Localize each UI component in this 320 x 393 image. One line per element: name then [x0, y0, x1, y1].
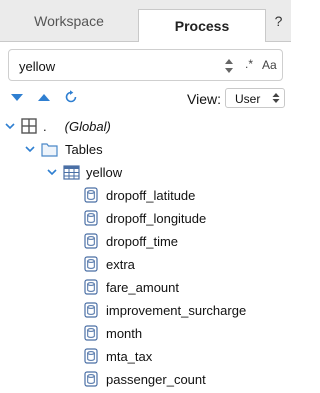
tab-workspace[interactable]: Workspace [0, 0, 138, 41]
column-item[interactable]: dropoff_latitude [84, 184, 195, 206]
chevron-down-icon[interactable] [47, 167, 57, 177]
help-button[interactable]: ? [266, 0, 291, 41]
tree-label-tables: Tables [65, 141, 103, 157]
tree-node-yellow[interactable]: yellow [47, 161, 122, 183]
column-icon [84, 256, 98, 272]
column-icon [84, 302, 98, 318]
column-label: mta_tax [106, 348, 153, 364]
view-select-value: User [235, 92, 261, 106]
view-label: View: [187, 91, 221, 107]
column-item[interactable]: dropoff_time [84, 230, 178, 252]
table-icon [63, 164, 80, 180]
column-item[interactable]: dropoff_longitude [84, 207, 206, 229]
column-icon [84, 325, 98, 341]
tree-label-yellow: yellow [86, 164, 123, 180]
column-item[interactable]: month [84, 322, 142, 344]
search-input[interactable] [17, 55, 221, 77]
column-item[interactable]: passenger_count [84, 368, 206, 390]
view-select[interactable]: User [225, 88, 285, 108]
grid-icon [21, 118, 37, 134]
chevron-down-icon[interactable] [25, 144, 35, 154]
tab-process[interactable]: Process [138, 9, 266, 42]
column-item[interactable]: extra [84, 253, 135, 275]
global-dot: . [43, 118, 47, 134]
move-up-icon[interactable] [37, 90, 51, 104]
column-icon [84, 279, 98, 295]
select-arrows-icon [272, 93, 280, 103]
column-label: month [106, 325, 143, 341]
column-icon [84, 371, 98, 387]
column-icon [84, 187, 98, 203]
search-box: .* Aa [8, 49, 283, 81]
column-icon [84, 210, 98, 226]
search-stepper-icon[interactable] [224, 57, 234, 75]
tree-node-tables[interactable]: Tables [25, 138, 103, 160]
column-item[interactable]: improvement_surcharge [84, 299, 246, 321]
column-icon [84, 233, 98, 249]
column-label: dropoff_latitude [106, 187, 196, 203]
tree-toolbar: View: User [0, 86, 291, 110]
column-item[interactable]: fare_amount [84, 276, 179, 298]
column-label: dropoff_time [106, 233, 179, 249]
tree-label-global: (Global) [64, 118, 111, 134]
chevron-down-icon[interactable] [5, 121, 15, 131]
column-label: improvement_surcharge [106, 302, 247, 318]
column-icon [84, 348, 98, 364]
column-label: extra [106, 256, 135, 272]
folder-icon [41, 142, 58, 157]
refresh-icon[interactable] [64, 90, 78, 104]
regex-toggle[interactable]: .* [245, 57, 253, 71]
tab-bar: Workspace Process ? [0, 0, 291, 42]
move-down-icon[interactable] [10, 90, 24, 104]
column-label: dropoff_longitude [106, 210, 207, 226]
column-label: fare_amount [106, 279, 179, 295]
column-item[interactable]: mta_tax [84, 345, 152, 367]
column-label: passenger_count [106, 371, 206, 387]
tree-node-global[interactable]: . (Global) [5, 115, 111, 137]
match-case-toggle[interactable]: Aa [262, 58, 277, 72]
